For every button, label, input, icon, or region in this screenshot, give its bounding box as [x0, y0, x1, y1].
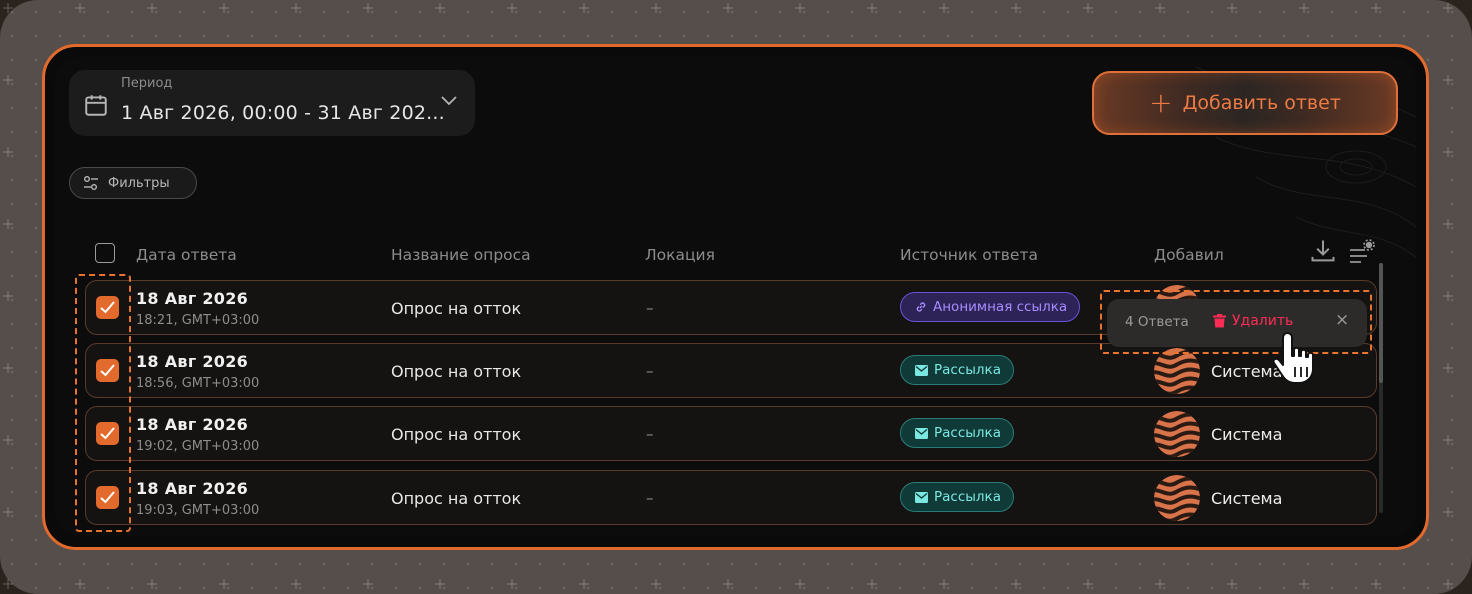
- app-frame: Период 1 Авг 2026, 00:00 - 31 Авг 202...…: [42, 44, 1429, 550]
- row-survey-name[interactable]: Опрос на отток: [391, 489, 521, 508]
- calendar-icon: [85, 95, 107, 116]
- row-added-by: Система: [1211, 362, 1283, 381]
- filters-button[interactable]: Фильтры: [69, 167, 197, 199]
- row-date: 18 Авг 2026: [136, 289, 249, 308]
- row-date: 18 Авг 2026: [136, 415, 249, 434]
- row-location: –: [646, 489, 654, 507]
- header-date[interactable]: Дата ответа: [136, 246, 237, 264]
- row-survey-name[interactable]: Опрос на отток: [391, 299, 521, 318]
- add-response-button[interactable]: + Добавить ответ: [1092, 71, 1398, 135]
- download-icon[interactable]: [1309, 237, 1337, 265]
- row-time: 18:56, GMT+03:00: [136, 376, 260, 391]
- table-row[interactable]: 18 Авг 2026 19:03, GMT+03:00 Опрос на от…: [85, 470, 1377, 525]
- row-source-badge: Рассылка: [900, 482, 1014, 512]
- hand-cursor-icon: [1273, 332, 1314, 384]
- checkbox-column-highlight: [75, 274, 131, 532]
- table-scrollbar-thumb[interactable]: [1379, 263, 1383, 383]
- chevron-down-icon: [441, 96, 457, 106]
- responses-panel: Период 1 Авг 2026, 00:00 - 31 Авг 202...…: [55, 57, 1416, 537]
- header-source[interactable]: Источник ответа: [900, 246, 1038, 264]
- row-source-label: Анонимная ссылка: [933, 299, 1068, 315]
- period-value: 1 Авг 2026, 00:00 - 31 Авг 202...: [121, 102, 445, 124]
- table-row[interactable]: 18 Авг 2026 19:02, GMT+03:00 Опрос на от…: [85, 406, 1377, 461]
- row-location: –: [646, 362, 654, 380]
- header-survey[interactable]: Название опроса: [391, 246, 531, 264]
- header-added-by[interactable]: Добавил: [1154, 246, 1224, 264]
- mail-icon: [915, 491, 928, 503]
- row-source-label: Рассылка: [934, 425, 1001, 441]
- sliders-icon: [84, 176, 98, 190]
- avatar: [1154, 411, 1200, 457]
- row-date: 18 Авг 2026: [136, 479, 249, 498]
- avatar: [1154, 348, 1200, 394]
- row-location: –: [646, 425, 654, 443]
- row-location: –: [646, 299, 654, 317]
- row-added-by: Система: [1211, 425, 1283, 444]
- add-response-label: Добавить ответ: [1182, 92, 1341, 114]
- row-survey-name[interactable]: Опрос на отток: [391, 425, 521, 444]
- period-label: Период: [121, 76, 173, 91]
- row-date: 18 Авг 2026: [136, 352, 249, 371]
- filters-label: Фильтры: [108, 175, 170, 191]
- row-time: 19:03, GMT+03:00: [136, 503, 260, 518]
- header-location[interactable]: Локация: [645, 246, 715, 264]
- row-time: 18:21, GMT+03:00: [136, 313, 260, 328]
- row-source-badge: Анонимная ссылка: [900, 292, 1081, 322]
- mail-icon: [915, 427, 928, 439]
- row-survey-name[interactable]: Опрос на отток: [391, 362, 521, 381]
- avatar: [1154, 475, 1200, 521]
- row-source-badge: Рассылка: [900, 418, 1014, 448]
- row-source-label: Рассылка: [934, 489, 1001, 505]
- row-added-by: Система: [1211, 489, 1283, 508]
- mail-icon: [915, 364, 928, 376]
- select-all-checkbox[interactable]: [95, 243, 115, 263]
- popup-highlight: [1100, 290, 1372, 354]
- period-picker[interactable]: Период 1 Авг 2026, 00:00 - 31 Авг 202...: [69, 70, 475, 136]
- column-settings-icon[interactable]: [1347, 237, 1377, 265]
- row-source-badge: Рассылка: [900, 355, 1014, 385]
- plus-icon: +: [1149, 86, 1173, 119]
- link-icon: [916, 302, 926, 312]
- row-source-label: Рассылка: [934, 362, 1001, 378]
- row-time: 19:02, GMT+03:00: [136, 439, 260, 454]
